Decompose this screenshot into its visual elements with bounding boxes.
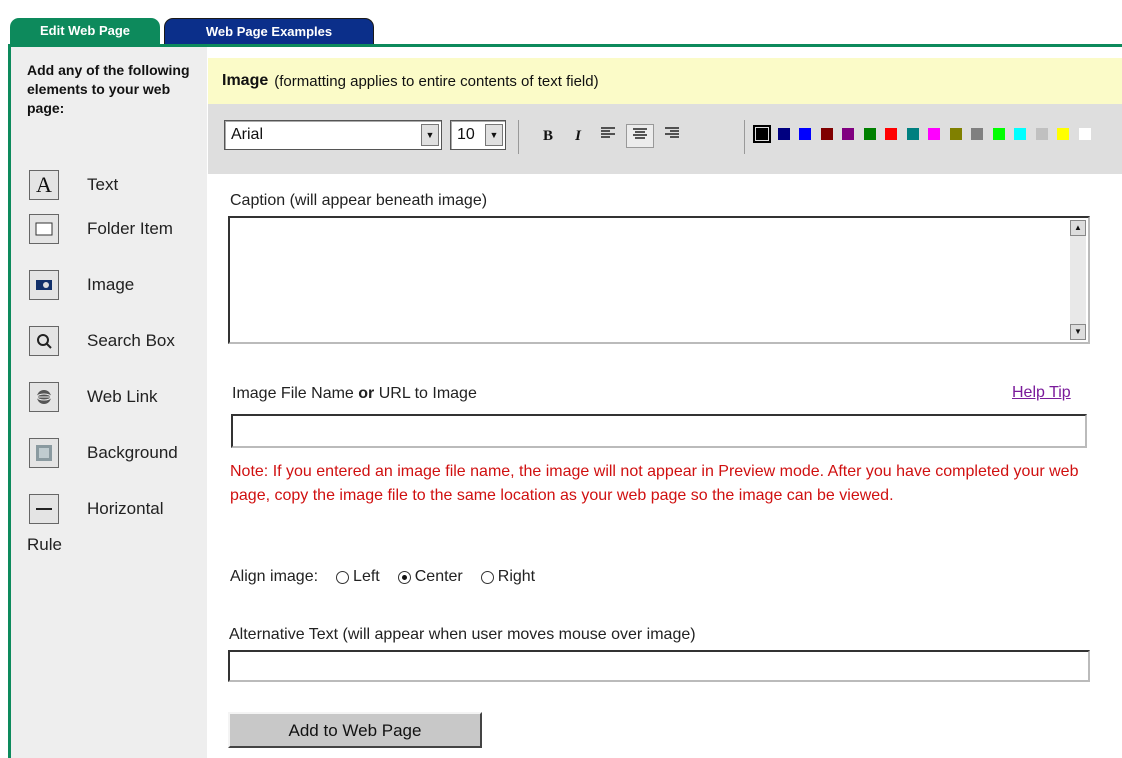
align-left-radio[interactable]: Left [336,568,380,586]
chevron-down-icon: ▼ [485,124,503,146]
align-center-icon [633,128,647,139]
align-right-icon [665,127,679,138]
align-left-button[interactable] [594,124,622,148]
sidebar-heading: Add any of the following elements to you… [27,62,190,116]
align-right-radio[interactable]: Right [480,568,536,586]
bold-button[interactable]: B [534,124,562,148]
align-center-radio[interactable]: Center [397,568,463,586]
toolbar-divider [518,120,519,154]
align-image-group: Align image: Left Center Right [230,568,535,586]
sidebar-item-text[interactable]: A Text [29,169,118,201]
color-swatch[interactable] [1035,128,1048,140]
image-file-label-or: or [358,385,375,402]
formatting-toolbar: Arial ▼ 10 ▼ B I [208,104,1122,174]
sidebar-item-label: Image [87,275,135,294]
sidebar-item-label: Horizontal [87,499,164,518]
sidebar-item-label: Background [87,443,178,462]
section-subtitle: (formatting applies to entire contents o… [274,72,599,90]
color-swatch[interactable] [1014,128,1026,140]
folder-item-icon [29,214,59,244]
color-swatch[interactable] [949,128,962,140]
sidebar-item-rule-label: Rule [27,535,62,554]
sidebar-item-search-box[interactable]: Search Box [29,325,175,357]
font-select-value: Arial [231,126,264,143]
sidebar-item-folder-item[interactable]: Folder Item [29,213,173,245]
align-center-button[interactable] [626,124,654,148]
sidebar-item-background[interactable]: Background [29,437,178,469]
image-file-label: Image File Name or URL to Image [232,385,477,403]
sidebar-item-label: Search Box [87,331,175,350]
color-swatch[interactable] [1057,128,1069,140]
color-swatch[interactable] [863,128,876,140]
align-image-label: Align image: [230,568,319,585]
web-link-icon [29,382,59,412]
caption-scrollbar[interactable]: ▲ ▼ [1070,220,1086,340]
help-tip-link[interactable]: Help Tip [1012,384,1071,402]
sidebar-item-horizontal-rule[interactable]: Horizontal [29,493,164,525]
caption-label: Caption (will appear beneath image) [230,192,488,209]
color-swatch[interactable] [753,125,771,143]
caption-textarea[interactable]: ▲ ▼ [228,216,1090,344]
radio-label: Right [497,568,536,585]
sidebar-item-label: Web Link [87,387,158,406]
section-banner: Image (formatting applies to entire cont… [208,58,1122,104]
chevron-down-icon: ▼ [421,124,439,146]
alt-text-label: Alternative Text (will appear when user … [229,626,696,643]
radio-label: Center [414,568,463,585]
color-swatch[interactable] [799,128,811,140]
tab-edit-web-page[interactable]: Edit Web Page [10,18,160,44]
color-swatch[interactable] [971,128,983,140]
color-swatch[interactable] [1078,128,1091,140]
image-file-label-part1: Image File Name [232,385,354,402]
image-file-label-part2: URL to Image [378,385,477,402]
color-swatch[interactable] [820,128,833,140]
tab-web-page-examples[interactable]: Web Page Examples [164,18,374,45]
preview-note: Note: If you entered an image file name,… [230,463,1079,504]
scroll-up-icon[interactable]: ▲ [1070,220,1086,236]
scroll-down-icon[interactable]: ▼ [1070,324,1086,340]
color-swatch[interactable] [992,128,1005,140]
background-icon [29,438,59,468]
italic-button[interactable]: I [564,124,592,148]
font-select[interactable]: Arial ▼ [224,120,442,150]
toolbar-divider [744,120,745,154]
sidebar-item-image[interactable]: Image [29,269,134,301]
radio-dot [480,570,494,584]
radio-label: Left [353,568,380,585]
color-swatch[interactable] [842,128,854,140]
sidebar-item-web-link[interactable]: Web Link [29,381,158,413]
sidebar-item-label: Folder Item [87,219,173,238]
horizontal-rule-icon [29,494,59,524]
text-icon: A [29,170,59,200]
image-icon [29,270,59,300]
color-swatch[interactable] [906,128,919,140]
color-swatch[interactable] [928,128,940,140]
color-swatch[interactable] [885,128,897,140]
radio-dot [336,570,350,584]
section-title: Image [222,72,269,89]
add-to-web-page-button[interactable]: Add to Web Page [228,712,482,748]
align-right-button[interactable] [658,124,686,148]
color-swatch[interactable] [777,128,790,140]
search-icon [29,326,59,356]
sidebar-item-label: Text [87,175,119,194]
size-select-value: 10 [457,126,475,143]
image-url-input[interactable] [231,414,1087,448]
alt-text-input[interactable] [228,650,1090,682]
size-select[interactable]: 10 ▼ [450,120,506,150]
align-left-icon [601,127,615,138]
element-sidebar: Add any of the following elements to you… [11,47,207,758]
radio-dot [397,570,411,584]
